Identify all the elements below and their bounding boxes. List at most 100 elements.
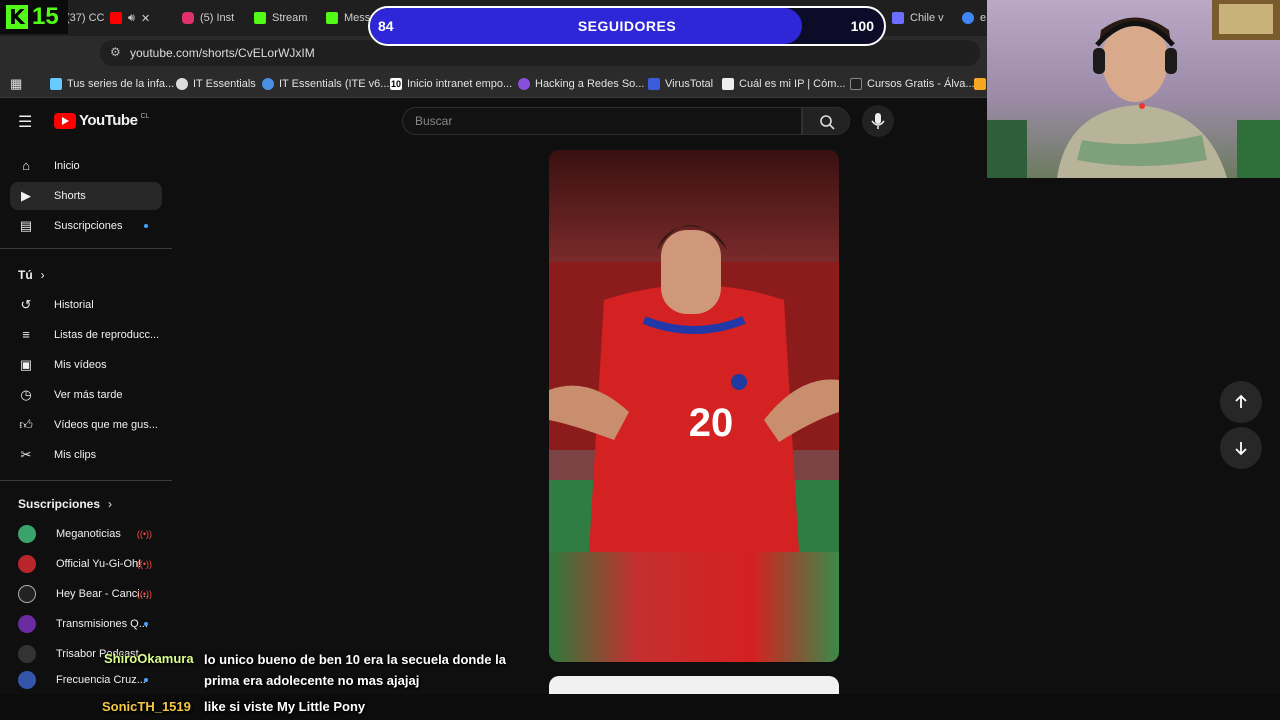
subscriptions-section-header[interactable]: Suscripciones › (18, 497, 112, 511)
subscription-item[interactable]: Frecuencia Cruz... (10, 670, 162, 690)
sidebar-item-inicio[interactable]: ⌂ Inicio (10, 152, 162, 180)
bookmark-item[interactable]: IT Essentials (176, 75, 256, 93)
sidebar-item-label: Listas de reproducc... (54, 329, 160, 341)
next-short-button[interactable] (1220, 427, 1262, 469)
subscription-item[interactable]: Hey Bear - Canci... ((•)) (10, 580, 162, 608)
bookmark-favicon-icon: 10 (390, 78, 402, 90)
virustotal-icon (648, 78, 660, 90)
search-button[interactable] (802, 107, 850, 135)
tab-label: e (980, 12, 986, 24)
sidebar-item-suscripciones[interactable]: ▤ Suscripciones (10, 212, 162, 240)
instagram-favicon-icon (182, 12, 194, 24)
arrow-down-icon (1235, 442, 1247, 456)
bookmark-favicon-icon (518, 78, 530, 90)
bookmark-item[interactable]: Hacking a Redes So... (518, 75, 644, 93)
browser-tab[interactable]: (37) CC (66, 6, 106, 30)
subscription-label: Meganoticias (56, 528, 121, 540)
subscription-label: Hey Bear - Canci... (56, 588, 149, 600)
my-videos-icon: ▣ (19, 357, 33, 372)
bookmark-item[interactable] (974, 75, 986, 93)
subscription-label: Official Yu-Gi-Oh! (56, 558, 142, 570)
channel-avatar (18, 525, 36, 543)
bookmark-label: Cursos Gratis - Álva... (867, 78, 975, 90)
chevron-right-icon: › (108, 497, 113, 511)
subscription-item[interactable]: Meganoticias ((•)) (10, 520, 162, 548)
section-title: Tú (18, 268, 33, 282)
search-input[interactable]: Buscar (402, 107, 802, 135)
sidebar-item-mis-videos[interactable]: ▣ Mis vídeos (10, 351, 162, 379)
previous-short-button[interactable] (1220, 381, 1262, 423)
bookmark-item[interactable]: Cursos Gratis - Álva... (850, 75, 975, 93)
bookmark-item[interactable]: 10 Inicio intranet empo... (390, 75, 512, 93)
country-code: CL (140, 113, 150, 120)
bookmark-item[interactable]: Tus series de la infa... (50, 75, 174, 93)
browser-tab[interactable]: Mess (326, 6, 370, 30)
browser-tab[interactable]: Stream (254, 6, 320, 30)
bookmark-label: VirusTotal (665, 78, 714, 90)
bookmark-item[interactable]: Cuál es mi IP | Cóm... (722, 75, 846, 93)
follower-goal-bar: 84 SEGUIDORES 100 (368, 6, 886, 46)
channel-avatar (18, 645, 36, 663)
tab-label: (37) CC (66, 12, 105, 24)
you-section-header[interactable]: Tú › (18, 268, 45, 282)
bookmark-label: Cuál es mi IP | Cóm... (739, 78, 846, 90)
sidebar-item-historial[interactable]: ↺ Historial (10, 291, 162, 319)
sidebar-item-shorts[interactable]: ▶︎ Shorts (10, 182, 162, 210)
chat-username: ShiroOkamura (104, 651, 194, 666)
subscriptions-icon: ▤ (19, 218, 33, 233)
site-info-icon[interactable]: ⚙︎ (110, 45, 121, 59)
bookmark-item[interactable]: VirusTotal (648, 75, 713, 93)
tab-label: (5) Inst (200, 12, 235, 24)
bookmark-label: Tus series de la infa... (67, 78, 175, 90)
sidebar-item-videos-gustan[interactable]: 👍︎ Vídeos que me gus... (10, 411, 162, 439)
browser-tab[interactable]: Chile v (892, 6, 956, 30)
divider (0, 248, 172, 249)
tab-label: Chile v (910, 12, 944, 24)
subscription-label: Transmisiones Q... (56, 618, 148, 630)
browser-tab[interactable]: e (962, 6, 986, 30)
bookmark-item[interactable]: IT Essentials (ITE v6.... (262, 75, 393, 93)
playlist-icon: ≡ (22, 327, 30, 342)
sidebar-item-ver-mas-tarde[interactable]: ◷ Ver más tarde (10, 381, 162, 409)
sidebar-item-label: Inicio (54, 160, 80, 172)
sidebar-item-listas[interactable]: ≡ Listas de reproducc... (10, 321, 162, 349)
menu-icon[interactable]: ☰ (18, 112, 32, 132)
shorts-video-player[interactable]: 20 (549, 150, 839, 662)
browser-tab[interactable]: (5) Inst (182, 6, 248, 30)
bookmarks-bar: ▦ Tus series de la infa... IT Essentials… (0, 70, 987, 98)
subscription-item[interactable]: Official Yu-Gi-Oh! ((•)) (10, 550, 162, 578)
shorts-icon: ▶︎ (21, 188, 31, 203)
sidebar-item-mis-clips[interactable]: ✂︎ Mis clips (10, 441, 162, 469)
chat-overlay-bar (0, 694, 1280, 720)
new-content-dot (144, 224, 148, 228)
new-content-dot (144, 678, 148, 682)
youtube-logo-text: YouTube (79, 112, 138, 129)
like-icon: 👍︎ (19, 417, 33, 432)
chat-message: prima era adolecente no mas ajajaj (204, 673, 420, 688)
subscription-item[interactable]: Transmisiones Q... (10, 610, 162, 638)
kick-logo-icon: K (6, 5, 28, 29)
browser-tab-youtube-active[interactable]: 🔊︎ ✕ (110, 6, 174, 30)
channel-avatar (18, 671, 36, 689)
follower-goal-label: SEGUIDORES (577, 18, 677, 34)
arrow-up-icon (1235, 394, 1247, 408)
tab-label: Mess (344, 12, 370, 24)
live-icon: ((•)) (136, 529, 152, 539)
bookmark-favicon-icon (262, 78, 274, 90)
sidebar-item-label: Mis clips (54, 449, 97, 461)
youtube-sidebar: ⌂ Inicio ▶︎ Shorts ▤ Suscripciones Tú › ↺ His… (0, 150, 172, 690)
video-frame-image: 20 (549, 150, 839, 662)
kick-favicon-icon (326, 12, 338, 24)
bookmark-label: Hacking a Redes So... (535, 78, 645, 90)
voice-search-button[interactable] (862, 105, 894, 137)
sidebar-item-label: Suscripciones (54, 220, 123, 232)
live-icon: ((•)) (136, 559, 152, 569)
apps-icon[interactable]: ▦ (10, 75, 22, 93)
channel-avatar (18, 615, 36, 633)
close-tab-icon[interactable]: ✕ (141, 12, 150, 25)
home-icon: ⌂ (22, 158, 30, 173)
bookmark-label: IT Essentials (ITE v6.... (279, 78, 393, 90)
jersey-number: 20 (689, 401, 734, 445)
next-short-preview[interactable] (549, 676, 839, 696)
youtube-logo[interactable]: YouTube CL (54, 112, 149, 129)
